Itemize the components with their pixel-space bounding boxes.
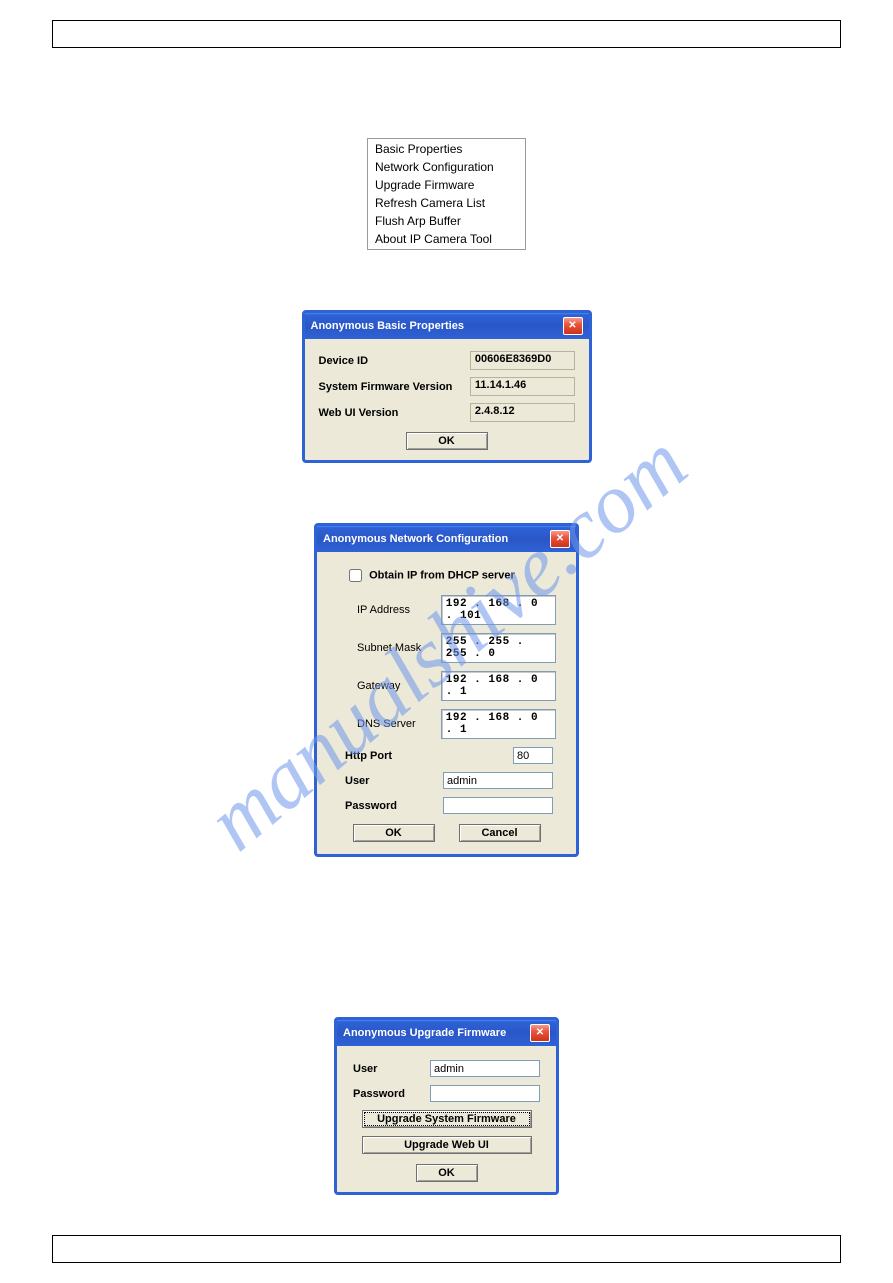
page-header-rule bbox=[52, 20, 841, 48]
dialog-basic-properties: Anonymous Basic Properties Device ID 006… bbox=[302, 310, 592, 463]
close-icon[interactable] bbox=[530, 1024, 550, 1042]
input-password[interactable] bbox=[430, 1085, 540, 1102]
cancel-button[interactable]: Cancel bbox=[459, 824, 541, 842]
title-text: Anonymous Upgrade Firmware bbox=[343, 1027, 506, 1039]
close-icon[interactable] bbox=[550, 530, 570, 548]
label-password: Password bbox=[353, 1088, 430, 1100]
label-subnet-mask: Subnet Mask bbox=[357, 642, 441, 654]
label-dns-server: DNS Server bbox=[357, 718, 441, 730]
titlebar-basic: Anonymous Basic Properties bbox=[305, 313, 589, 339]
label-user: User bbox=[345, 775, 443, 787]
value-device-id: 00606E8369D0 bbox=[470, 351, 575, 370]
input-http-port[interactable] bbox=[513, 747, 553, 764]
menu-item-basic-properties[interactable]: Basic Properties bbox=[369, 140, 524, 158]
menu-item-upgrade-firmware[interactable]: Upgrade Firmware bbox=[369, 176, 524, 194]
upgrade-web-ui-button[interactable]: Upgrade Web UI bbox=[362, 1136, 532, 1154]
close-icon[interactable] bbox=[563, 317, 583, 335]
title-text: Anonymous Network Configuration bbox=[323, 533, 508, 545]
ok-button[interactable]: OK bbox=[416, 1164, 478, 1182]
page-footer-rule bbox=[52, 1235, 841, 1263]
menu-item-flush-arp-buffer[interactable]: Flush Arp Buffer bbox=[369, 212, 524, 230]
label-password: Password bbox=[345, 800, 443, 812]
input-user[interactable] bbox=[443, 772, 553, 789]
menu-item-network-configuration[interactable]: Network Configuration bbox=[369, 158, 524, 176]
upgrade-system-firmware-button[interactable]: Upgrade System Firmware bbox=[362, 1110, 532, 1128]
ok-button[interactable]: OK bbox=[353, 824, 435, 842]
input-gateway[interactable]: 192 . 168 . 0 . 1 bbox=[441, 671, 556, 701]
value-firmware-version: 11.14.1.46 bbox=[470, 377, 575, 396]
menu-item-refresh-camera-list[interactable]: Refresh Camera List bbox=[369, 194, 524, 212]
dhcp-checkbox[interactable] bbox=[349, 569, 362, 582]
label-device-id: Device ID bbox=[319, 355, 470, 367]
value-webui-version: 2.4.8.12 bbox=[470, 403, 575, 422]
input-password[interactable] bbox=[443, 797, 553, 814]
label-user: User bbox=[353, 1063, 430, 1075]
dialog-network-configuration: Anonymous Network Configuration Obtain I… bbox=[314, 523, 579, 857]
titlebar-upgrade: Anonymous Upgrade Firmware bbox=[337, 1020, 556, 1046]
label-firmware-version: System Firmware Version bbox=[319, 381, 470, 393]
input-dns-server[interactable]: 192 . 168 . 0 . 1 bbox=[441, 709, 556, 739]
menu-item-about[interactable]: About IP Camera Tool bbox=[369, 230, 524, 248]
input-ip-address[interactable]: 192 . 168 . 0 . 101 bbox=[441, 595, 556, 625]
titlebar-network: Anonymous Network Configuration bbox=[317, 526, 576, 552]
label-webui-version: Web UI Version bbox=[319, 407, 470, 419]
dhcp-label: Obtain IP from DHCP server bbox=[369, 569, 515, 581]
dialog-upgrade-firmware: Anonymous Upgrade Firmware User Password… bbox=[334, 1017, 559, 1195]
context-menu: Basic Properties Network Configuration U… bbox=[367, 138, 526, 250]
input-user[interactable] bbox=[430, 1060, 540, 1077]
label-ip-address: IP Address bbox=[357, 604, 441, 616]
input-subnet-mask[interactable]: 255 . 255 . 255 . 0 bbox=[441, 633, 556, 663]
ok-button[interactable]: OK bbox=[406, 432, 488, 450]
title-text: Anonymous Basic Properties bbox=[311, 320, 464, 332]
label-gateway: Gateway bbox=[357, 680, 441, 692]
label-http-port: Http Port bbox=[345, 750, 443, 762]
